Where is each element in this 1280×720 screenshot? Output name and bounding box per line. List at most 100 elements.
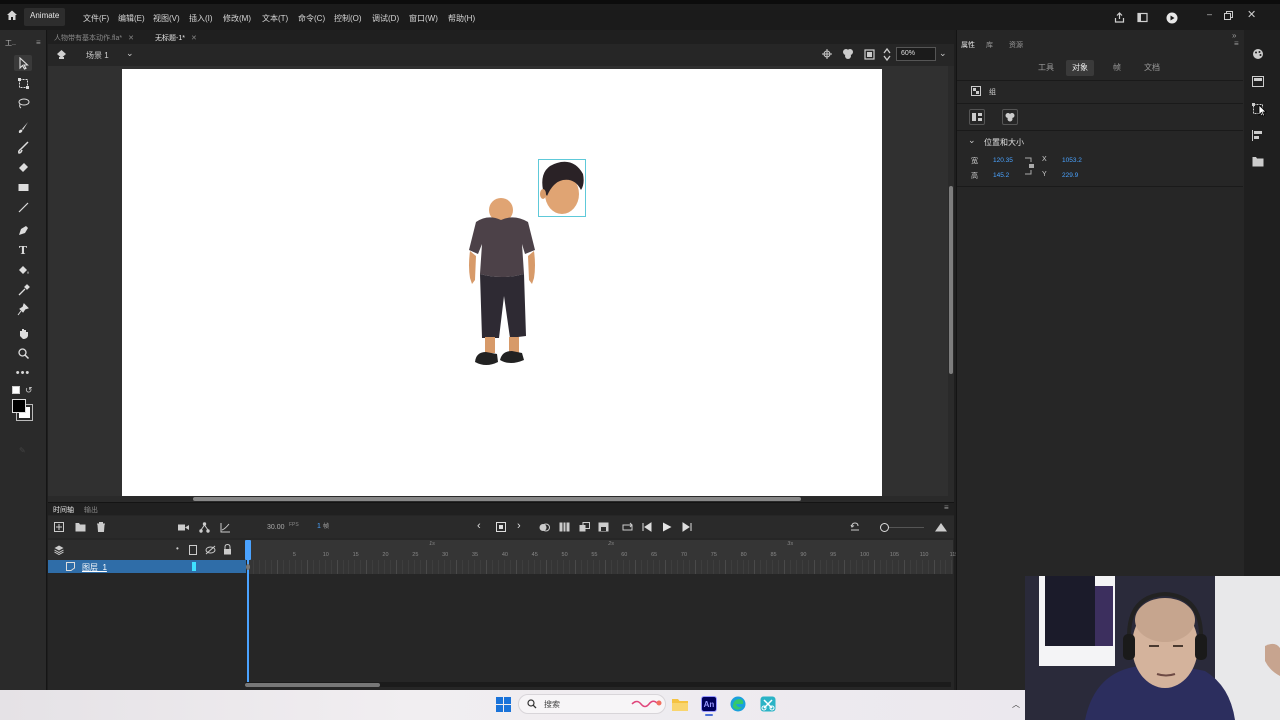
menu-edit[interactable]: 编辑(E) bbox=[118, 13, 145, 24]
frame-cell[interactable] bbox=[682, 560, 684, 574]
layers-icon[interactable] bbox=[54, 545, 64, 555]
frame-cell[interactable] bbox=[754, 560, 756, 574]
frame-cell[interactable] bbox=[879, 560, 881, 574]
frame-cell[interactable] bbox=[712, 560, 714, 574]
menu-window[interactable]: 窗口(W) bbox=[409, 13, 438, 24]
frame-cell[interactable] bbox=[378, 560, 380, 574]
swap-colors-icon[interactable]: ↺ bbox=[25, 385, 33, 396]
frame-cell[interactable] bbox=[778, 560, 780, 574]
lasso-tool-icon[interactable] bbox=[14, 95, 32, 111]
frame-cells[interactable] bbox=[247, 560, 953, 574]
frame-cell[interactable] bbox=[921, 560, 923, 574]
menu-help[interactable]: 帮助(H) bbox=[448, 13, 475, 24]
frame-cell[interactable] bbox=[909, 560, 911, 574]
frame-cell[interactable] bbox=[646, 560, 648, 574]
frame-cell[interactable] bbox=[903, 560, 905, 574]
frame-cell[interactable] bbox=[826, 560, 828, 574]
frame-cell[interactable] bbox=[873, 560, 875, 574]
timeline-menu-icon[interactable]: ≡ bbox=[944, 503, 949, 512]
zoom-input[interactable]: 60% bbox=[896, 47, 936, 61]
zoom-tool-icon[interactable] bbox=[14, 345, 32, 361]
snipping-tool-icon[interactable] bbox=[760, 696, 776, 712]
tab-library[interactable]: 库 bbox=[986, 40, 993, 50]
frame-cell[interactable] bbox=[670, 560, 672, 574]
frame-cell[interactable] bbox=[599, 560, 601, 574]
windows-start-icon[interactable] bbox=[496, 697, 511, 712]
tab-tool[interactable]: 工具 bbox=[1032, 60, 1060, 76]
frame-cell[interactable] bbox=[324, 560, 326, 574]
frame-cell[interactable] bbox=[587, 560, 589, 574]
frame-cell[interactable] bbox=[891, 560, 893, 574]
tray-chevron-icon[interactable]: ︿ bbox=[1012, 699, 1020, 710]
color-panel-icon[interactable] bbox=[1252, 48, 1264, 60]
paint-brush-tool-icon[interactable] bbox=[14, 139, 32, 155]
frame-cell[interactable] bbox=[730, 560, 732, 574]
frame-cell[interactable] bbox=[396, 560, 398, 574]
frame-ruler[interactable]: 5 10 15 20 25 30 35 40 45 50 55 60 65 70 75 80 85 90 95 100… bbox=[247, 540, 958, 560]
character-head[interactable] bbox=[539, 160, 585, 216]
delete-layer-icon[interactable] bbox=[96, 522, 106, 532]
frame-cell[interactable] bbox=[521, 560, 523, 574]
frame-cell[interactable] bbox=[802, 560, 804, 574]
layer-color-indicator[interactable] bbox=[192, 562, 196, 571]
frame-cell[interactable] bbox=[551, 560, 553, 574]
frame-cell[interactable] bbox=[676, 560, 678, 574]
frame-cell[interactable] bbox=[258, 560, 260, 574]
frame-cell[interactable] bbox=[276, 560, 278, 574]
frame-cell[interactable] bbox=[372, 560, 374, 574]
frame-cell[interactable] bbox=[706, 560, 708, 574]
doc-tab-2[interactable]: 无标题-1* ✕ bbox=[155, 33, 197, 43]
close-tab-icon[interactable]: ✕ bbox=[191, 35, 197, 42]
frame-cell[interactable] bbox=[784, 560, 786, 574]
frame-cell[interactable] bbox=[897, 560, 899, 574]
frame-cell[interactable] bbox=[461, 560, 463, 574]
frame-cell[interactable] bbox=[336, 560, 338, 574]
selection-tool-icon[interactable] bbox=[14, 55, 32, 71]
frame-cell[interactable] bbox=[449, 560, 451, 574]
menu-file[interactable]: 文件(F) bbox=[83, 13, 109, 24]
menu-debug[interactable]: 调试(D) bbox=[372, 13, 399, 24]
frame-cell[interactable] bbox=[330, 560, 332, 574]
outline-layers-icon[interactable] bbox=[189, 545, 197, 555]
frame-cell[interactable] bbox=[927, 560, 929, 574]
frame-cell[interactable] bbox=[557, 560, 559, 574]
frame-cell[interactable] bbox=[844, 560, 845, 574]
width-value[interactable]: 120.35 bbox=[993, 157, 1013, 164]
collapse-panels-icon[interactable]: » bbox=[1232, 31, 1236, 40]
animate-app-icon[interactable]: An bbox=[701, 696, 717, 712]
zoom-mountain-icon[interactable] bbox=[935, 522, 947, 532]
frame-cell[interactable] bbox=[635, 560, 637, 574]
stroke-color-swatch[interactable] bbox=[12, 399, 26, 413]
frame-cell[interactable] bbox=[939, 560, 941, 574]
edit-symbols-icon[interactable] bbox=[842, 48, 854, 60]
frame-cell[interactable] bbox=[593, 560, 595, 574]
file-explorer-icon[interactable] bbox=[672, 697, 688, 711]
frame-cell[interactable] bbox=[473, 560, 475, 574]
tab-properties[interactable]: 属性 bbox=[961, 40, 975, 50]
workspace-icon[interactable] bbox=[1137, 12, 1148, 23]
frame-cell[interactable] bbox=[408, 560, 410, 574]
frame-cell[interactable] bbox=[509, 560, 511, 574]
frame-cell[interactable] bbox=[658, 560, 660, 574]
tab-document[interactable]: 文档 bbox=[1138, 60, 1166, 76]
prev-keyframe-icon[interactable]: ‹ bbox=[477, 520, 481, 532]
menu-text[interactable]: 文本(T) bbox=[262, 13, 288, 24]
tab-output[interactable]: 输出 bbox=[84, 505, 98, 515]
frame-cell[interactable] bbox=[348, 560, 350, 574]
frame-cell[interactable] bbox=[533, 560, 535, 574]
frame-cell[interactable] bbox=[402, 560, 404, 574]
stage-vertical-scroll-thumb[interactable] bbox=[949, 186, 953, 374]
frame-cell[interactable] bbox=[539, 560, 541, 574]
minimize-icon[interactable]: – bbox=[1207, 9, 1212, 19]
more-tools-icon[interactable]: ••• bbox=[14, 365, 32, 381]
frame-cell[interactable] bbox=[485, 560, 487, 574]
frame-cell[interactable] bbox=[855, 560, 857, 574]
frame-cell[interactable] bbox=[724, 560, 726, 574]
align-panel-icon[interactable] bbox=[1252, 130, 1264, 141]
frame-cell[interactable] bbox=[390, 560, 392, 574]
frame-cell[interactable] bbox=[527, 560, 529, 574]
frame-cell[interactable] bbox=[545, 560, 547, 574]
close-icon[interactable]: ✕ bbox=[1247, 8, 1256, 21]
frame-cell[interactable] bbox=[282, 560, 284, 574]
frame-cell[interactable] bbox=[867, 560, 869, 574]
